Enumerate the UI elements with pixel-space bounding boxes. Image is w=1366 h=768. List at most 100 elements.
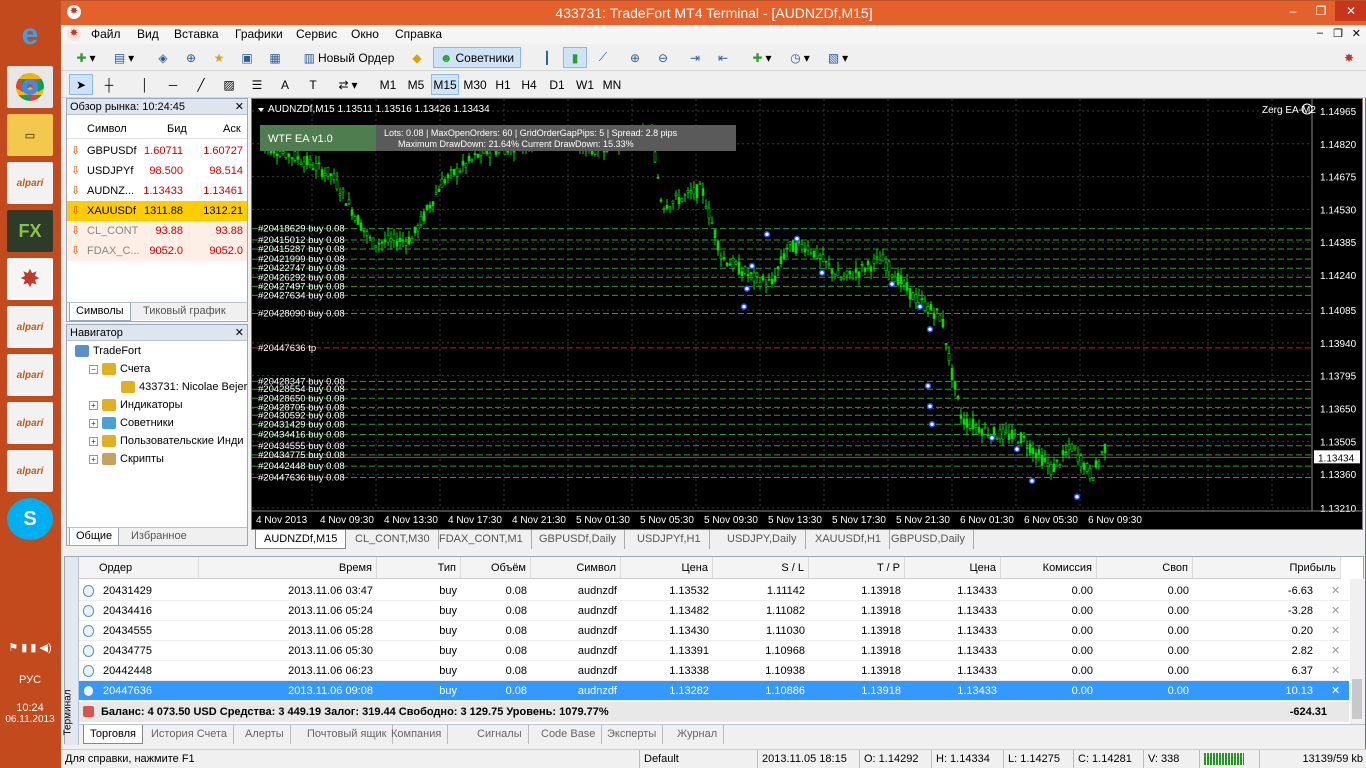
- navigator-close-icon[interactable]: ✕: [235, 325, 244, 341]
- zoom-in-button[interactable]: ⊕: [623, 47, 647, 68]
- expand-icon[interactable]: +: [89, 436, 98, 446]
- order-row[interactable]: 20442448 2013.11.06 06:23 buy 0.08 audnzdf 1.…: [79, 661, 1349, 681]
- chart-tab[interactable]: AUDNZDf,M15: [255, 530, 347, 549]
- terminal-tab[interactable]: История Счета: [145, 725, 235, 744]
- col-profit[interactable]: Прибыль: [1193, 557, 1341, 579]
- bar-chart-button[interactable]: ┃: [535, 47, 559, 68]
- col-time[interactable]: Время: [199, 557, 377, 579]
- trade-marker[interactable]: [763, 231, 771, 238]
- menu-view[interactable]: Вид: [137, 27, 159, 41]
- close-button[interactable]: ✕: [1335, 1, 1366, 21]
- tab-favorites[interactable]: Избранное: [125, 528, 193, 546]
- alpari-icon[interactable]: alpari: [7, 162, 53, 204]
- new-order-button[interactable]: ▥ Новый Ордер: [297, 47, 401, 68]
- file-explorer-icon[interactable]: ▭: [7, 114, 53, 156]
- fx-terminal-icon[interactable]: FX: [7, 210, 53, 252]
- navigator-button[interactable]: ★: [207, 47, 231, 68]
- tf-mn[interactable]: MN: [599, 74, 625, 95]
- chart-canvas[interactable]: 1.14965 1.14820 1.14675 1.14530 1.14385 1.142…: [252, 99, 1362, 529]
- horizontal-line-button[interactable]: ─: [161, 74, 185, 95]
- chart-tab[interactable]: CL_CONT,M30: [347, 530, 439, 549]
- navigator-item[interactable]: TradeFort: [75, 345, 141, 357]
- tab-tick-chart[interactable]: Тиковый график: [137, 303, 232, 321]
- col-price[interactable]: Цена: [621, 557, 713, 579]
- auto-scroll-button[interactable]: ⇥: [683, 47, 707, 68]
- tf-m1[interactable]: M1: [375, 74, 401, 95]
- metaeditor-button[interactable]: ◆: [405, 47, 429, 68]
- indicators-button[interactable]: ✚ ▾: [745, 47, 779, 68]
- menu-window[interactable]: Окно: [351, 27, 379, 41]
- terminal-tab[interactable]: Журнал: [671, 725, 725, 744]
- skype-icon[interactable]: S: [7, 498, 53, 540]
- connection-icon[interactable]: [1199, 750, 1257, 768]
- chart-tab[interactable]: USDJPY,Daily: [719, 530, 806, 549]
- cursor-button[interactable]: ➤: [69, 74, 93, 95]
- menu-insert[interactable]: Вставка: [174, 27, 219, 41]
- trade-marker[interactable]: [888, 280, 896, 288]
- arrows-button[interactable]: ⇄ ▾: [331, 74, 365, 95]
- new-chart-button[interactable]: ✚ ▾: [69, 47, 103, 68]
- language-indicator[interactable]: РУС: [0, 674, 60, 686]
- terminal-tab[interactable]: Почтовый ящик: [301, 725, 394, 744]
- terminal-tab[interactable]: Эксперты: [601, 725, 664, 744]
- close-order-icon[interactable]: ✕: [1327, 621, 1344, 641]
- order-row[interactable]: 20434416 2013.11.06 05:24 buy 0.08 audnzdf 1.…: [79, 601, 1349, 621]
- alpari-icon-5[interactable]: alpari: [7, 450, 53, 492]
- strategy-tester-button[interactable]: ▦: [263, 47, 287, 68]
- col-swap[interactable]: Своп: [1097, 557, 1193, 579]
- chart-tab[interactable]: GBPUSD,Daily: [883, 530, 974, 549]
- scroll-thumb[interactable]: [1352, 679, 1362, 719]
- expand-icon[interactable]: +: [89, 454, 98, 464]
- tab-common[interactable]: Общие: [69, 528, 120, 546]
- close-order-icon[interactable]: ✕: [1327, 641, 1344, 661]
- tf-m5[interactable]: M5: [403, 74, 429, 95]
- expand-icon[interactable]: +: [89, 400, 98, 410]
- navigator-item[interactable]: + Советники: [89, 417, 174, 429]
- navigator-item[interactable]: − Счета: [89, 363, 150, 375]
- internet-explorer-icon[interactable]: e: [7, 14, 53, 56]
- close-order-icon[interactable]: ✕: [1327, 601, 1344, 621]
- col-sl[interactable]: S / L: [713, 557, 809, 579]
- trade-marker[interactable]: [743, 285, 751, 292]
- col-order[interactable]: Ордер: [79, 557, 199, 579]
- tab-symbols[interactable]: Символы: [69, 303, 131, 321]
- app-icon[interactable]: ✸: [67, 5, 81, 19]
- chart-tab[interactable]: GBPUSDf,Daily: [531, 530, 626, 549]
- close-order-icon[interactable]: ✕: [1327, 681, 1344, 701]
- market-watch-row[interactable]: ⇩ CL_CONT 93.88 93.88: [67, 221, 247, 241]
- mdi-restore-button[interactable]: ❐: [1333, 27, 1343, 40]
- alpari-icon-4[interactable]: alpari: [7, 402, 53, 444]
- mdi-minimize-button[interactable]: –: [1317, 27, 1323, 39]
- navigator-item[interactable]: 433731: Nicolae Bejer: [121, 381, 247, 393]
- candle-chart-button[interactable]: ▮: [563, 47, 587, 68]
- tf-d1[interactable]: D1: [545, 74, 569, 95]
- vertical-line-button[interactable]: │: [133, 74, 157, 95]
- alpari-icon-2[interactable]: alpari: [7, 306, 53, 348]
- tradefort-icon[interactable]: ✸: [7, 258, 53, 300]
- mdi-close-button[interactable]: ✕: [1352, 27, 1361, 40]
- col-symbol[interactable]: Символ: [87, 119, 127, 139]
- market-watch-row[interactable]: ⇩ GBPUSDf 1.60711 1.60727: [67, 141, 247, 161]
- menu-charts[interactable]: Графики: [235, 27, 283, 41]
- trend-line-button[interactable]: ╱: [189, 74, 213, 95]
- tf-h4[interactable]: H4: [517, 74, 541, 95]
- expand-icon[interactable]: +: [89, 418, 98, 428]
- col-symbol[interactable]: Символ: [531, 557, 621, 579]
- terminal-button[interactable]: ▣: [235, 47, 259, 68]
- trade-marker[interactable]: [818, 269, 826, 276]
- data-window-button[interactable]: ⊕: [179, 47, 203, 68]
- crosshair-button[interactable]: ┼: [97, 74, 121, 95]
- col-ask[interactable]: Аск: [223, 119, 241, 139]
- menu-file[interactable]: Файл: [91, 27, 121, 41]
- minimize-button[interactable]: –: [1279, 1, 1307, 21]
- menu-help[interactable]: Справка: [395, 27, 442, 41]
- trade-marker[interactable]: [916, 303, 924, 310]
- trade-marker[interactable]: [924, 382, 932, 390]
- col-tp[interactable]: T / P: [809, 557, 905, 579]
- tray-icons[interactable]: ⚑ ▮ ▮ ◀): [0, 641, 60, 654]
- trade-marker[interactable]: [926, 402, 934, 410]
- chart-tab[interactable]: FDAX_CONT,M1: [431, 530, 532, 549]
- col-type[interactable]: Тип: [377, 557, 461, 579]
- chart-tab[interactable]: USDJPYf,H1: [629, 530, 710, 549]
- navigator-item[interactable]: + Скрипты: [89, 453, 164, 465]
